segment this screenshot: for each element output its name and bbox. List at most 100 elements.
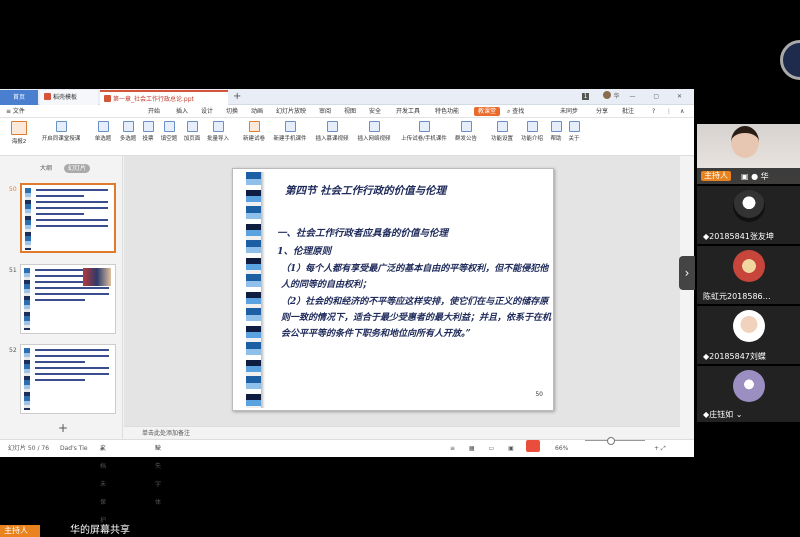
- ribbon-btn-mobile-courseware[interactable]: 新建手机课件: [270, 121, 310, 142]
- add-slide-button[interactable]: +: [58, 421, 68, 435]
- ribbon-btn-upload[interactable]: 上传试卷/手机课件: [396, 121, 452, 142]
- tab-outline[interactable]: 大纲: [40, 165, 52, 172]
- slide-number: 50: [535, 391, 543, 398]
- tab-slides[interactable]: 幻灯片: [63, 164, 90, 173]
- more-icon[interactable]: ⋮: [666, 105, 672, 118]
- collapse-icon[interactable]: ∧: [680, 105, 684, 118]
- vote-chart-icon: [142, 121, 154, 132]
- ribbon-btn-about[interactable]: 关于: [566, 121, 582, 142]
- slide-title: 第四节 社会工作行政的价值与伦理: [285, 185, 447, 197]
- menu-item-slideshow[interactable]: 幻灯片放映: [276, 105, 306, 118]
- theme-name: Dad's Tie: [60, 445, 88, 452]
- new-tab-button[interactable]: +: [233, 89, 241, 105]
- menu-file[interactable]: ≡ 文件: [6, 105, 25, 118]
- ribbon-btn-intro[interactable]: 功能介绍: [518, 121, 546, 142]
- slide-thumbnail[interactable]: [20, 344, 116, 414]
- ribbon-btn-web-video[interactable]: 插入网络视频: [354, 121, 394, 142]
- notes-pane[interactable]: 单击此处添加备注: [124, 426, 680, 439]
- user-avatar[interactable]: [603, 91, 612, 99]
- share-button[interactable]: 分享: [596, 105, 608, 118]
- ppt-file-icon: [104, 95, 111, 102]
- ribbon-btn-start-class[interactable]: 开启同课堂授课: [38, 121, 84, 142]
- menu-item-features[interactable]: 特色功能: [435, 105, 459, 118]
- slide-canvas: 第四节 社会工作行政的价值与伦理 一、社会工作行政者应具备的价值与伦理 1、伦理…: [124, 156, 680, 426]
- participant-avatar: [733, 310, 765, 342]
- participant-tile[interactable]: ◆庄钰如 ⌄: [697, 366, 800, 422]
- theme-button[interactable]: 海报2: [8, 121, 30, 145]
- ribbon-btn-multi-choice[interactable]: 多选题: [116, 121, 140, 142]
- ribbon-btn-mooc-video[interactable]: 插入慕课视频: [312, 121, 352, 142]
- menu-item-view[interactable]: 视图: [344, 105, 356, 118]
- ribbon-btn-add-page[interactable]: 加页面: [181, 121, 203, 142]
- import-icon: [212, 121, 224, 132]
- screen-share-icon[interactable]: ▣: [741, 172, 749, 181]
- ribbon-btn-batch-import[interactable]: 批量导入: [204, 121, 232, 142]
- ribbon-label: 关于: [568, 136, 580, 142]
- ribbon-btn-single-choice[interactable]: 单选题: [90, 121, 116, 142]
- tab-template[interactable]: 稻壳模板: [40, 90, 98, 105]
- ribbon-btn-settings[interactable]: 功能设置: [488, 121, 516, 142]
- info-icon: [526, 121, 538, 132]
- menu-item-animation[interactable]: 动画: [251, 105, 263, 118]
- wps-presentation-window: 首页 稻壳模板 第一章_社会工作行政总论.ppt + 1 华 — ▢ ✕ ≡ 文件 …: [0, 89, 694, 524]
- tab-template-label: 稻壳模板: [53, 94, 78, 101]
- ribbon-btn-fill-blank[interactable]: 填空题: [158, 121, 180, 142]
- participant-tile[interactable]: ◆20185841张友坤: [697, 186, 800, 244]
- menu-item-developer[interactable]: 开发工具: [396, 105, 420, 118]
- tab-home[interactable]: 首页: [0, 90, 38, 105]
- ribbon-label: 填空题: [160, 136, 178, 142]
- theme-label: 海报2: [11, 139, 27, 145]
- slide-thumbnail[interactable]: [20, 183, 116, 253]
- host-video-tile[interactable]: 主持人 ▣ ● 华: [697, 124, 800, 184]
- slide-paragraph-1: （1）每个人都有享受最广泛的基本自由的平等权利，但不能侵犯他人的同等的自由权利；: [281, 264, 549, 290]
- ribbon-label: 帮助: [550, 136, 562, 142]
- ribbon-label: 新建试卷: [242, 136, 265, 142]
- host-name: 华: [760, 172, 769, 181]
- slide-subheading: 1、伦理原则: [277, 246, 332, 257]
- ribbon-btn-new-exam[interactable]: 新建试卷: [240, 121, 268, 142]
- host-controls: ▣ ● 华: [741, 171, 769, 182]
- menu-item-design[interactable]: 设计: [201, 105, 213, 118]
- thumb-line: [35, 293, 109, 295]
- ribbon-btn-announce[interactable]: 群发公告: [452, 121, 480, 142]
- help-icon[interactable]: ?: [652, 105, 655, 118]
- mic-icon[interactable]: ●: [751, 172, 758, 181]
- text-icon: [163, 121, 175, 132]
- play-slideshow-button[interactable]: [526, 440, 540, 452]
- comment-button[interactable]: 批注: [622, 105, 634, 118]
- menu-bar: ≡ 文件 开始 插入 设计 切换 动画 幻灯片放映 审阅 视图 安全 开发工具 …: [0, 105, 694, 118]
- participant-tile[interactable]: ◆20185847刘蝶: [697, 306, 800, 364]
- search-label: 查找: [512, 108, 525, 115]
- tab-count-badge[interactable]: 1: [581, 93, 590, 100]
- thumb-line: [36, 219, 108, 221]
- status-bar: 幻灯片 50 / 76 Dad's Tie ◈ 文档未保护 ✎ 缺失字体 ≡ ▦…: [0, 437, 694, 524]
- menu-item-transition[interactable]: 切换: [226, 105, 238, 118]
- menu-item-home[interactable]: 开始: [148, 105, 160, 118]
- thumb-line: [35, 299, 85, 301]
- multi-choice-icon: [122, 121, 134, 132]
- thumb-line: [35, 361, 85, 363]
- menu-item-classroom[interactable]: 教课堂: [474, 107, 501, 116]
- participant-tile[interactable]: 陈虹元2018586…: [697, 246, 800, 304]
- menu-item-insert[interactable]: 插入: [176, 105, 188, 118]
- menu-item-review[interactable]: 审阅: [319, 105, 331, 118]
- host-face: [731, 126, 759, 158]
- ribbon-btn-help[interactable]: 帮助: [548, 121, 564, 142]
- thumb-number: 50: [9, 186, 17, 193]
- ribbon-btn-vote[interactable]: 投票: [140, 121, 156, 142]
- menu-item-security[interactable]: 安全: [369, 105, 381, 118]
- window-controls[interactable]: — ▢ ✕: [629, 93, 690, 100]
- vertical-scrollbar[interactable]: [680, 156, 694, 426]
- next-arrow-icon[interactable]: ›: [679, 256, 695, 290]
- view-mode-icons[interactable]: ≡ ▦ ▭ ▣: [450, 440, 520, 458]
- participant-name-text: 20185841张友坤: [709, 232, 774, 241]
- search-button[interactable]: ⌕ 查找: [507, 105, 524, 118]
- chevron-down-icon[interactable]: ⌄: [736, 410, 743, 419]
- fit-window-icon[interactable]: + ⤢: [654, 440, 666, 458]
- sync-status[interactable]: 未同步: [560, 105, 578, 118]
- video-icon: [326, 121, 338, 132]
- slide-thumbnail[interactable]: [20, 264, 116, 334]
- zoom-slider[interactable]: [585, 437, 645, 445]
- tab-document[interactable]: 第一章_社会工作行政总论.ppt: [100, 90, 228, 105]
- current-slide[interactable]: 第四节 社会工作行政的价值与伦理 一、社会工作行政者应具备的价值与伦理 1、伦理…: [232, 168, 554, 411]
